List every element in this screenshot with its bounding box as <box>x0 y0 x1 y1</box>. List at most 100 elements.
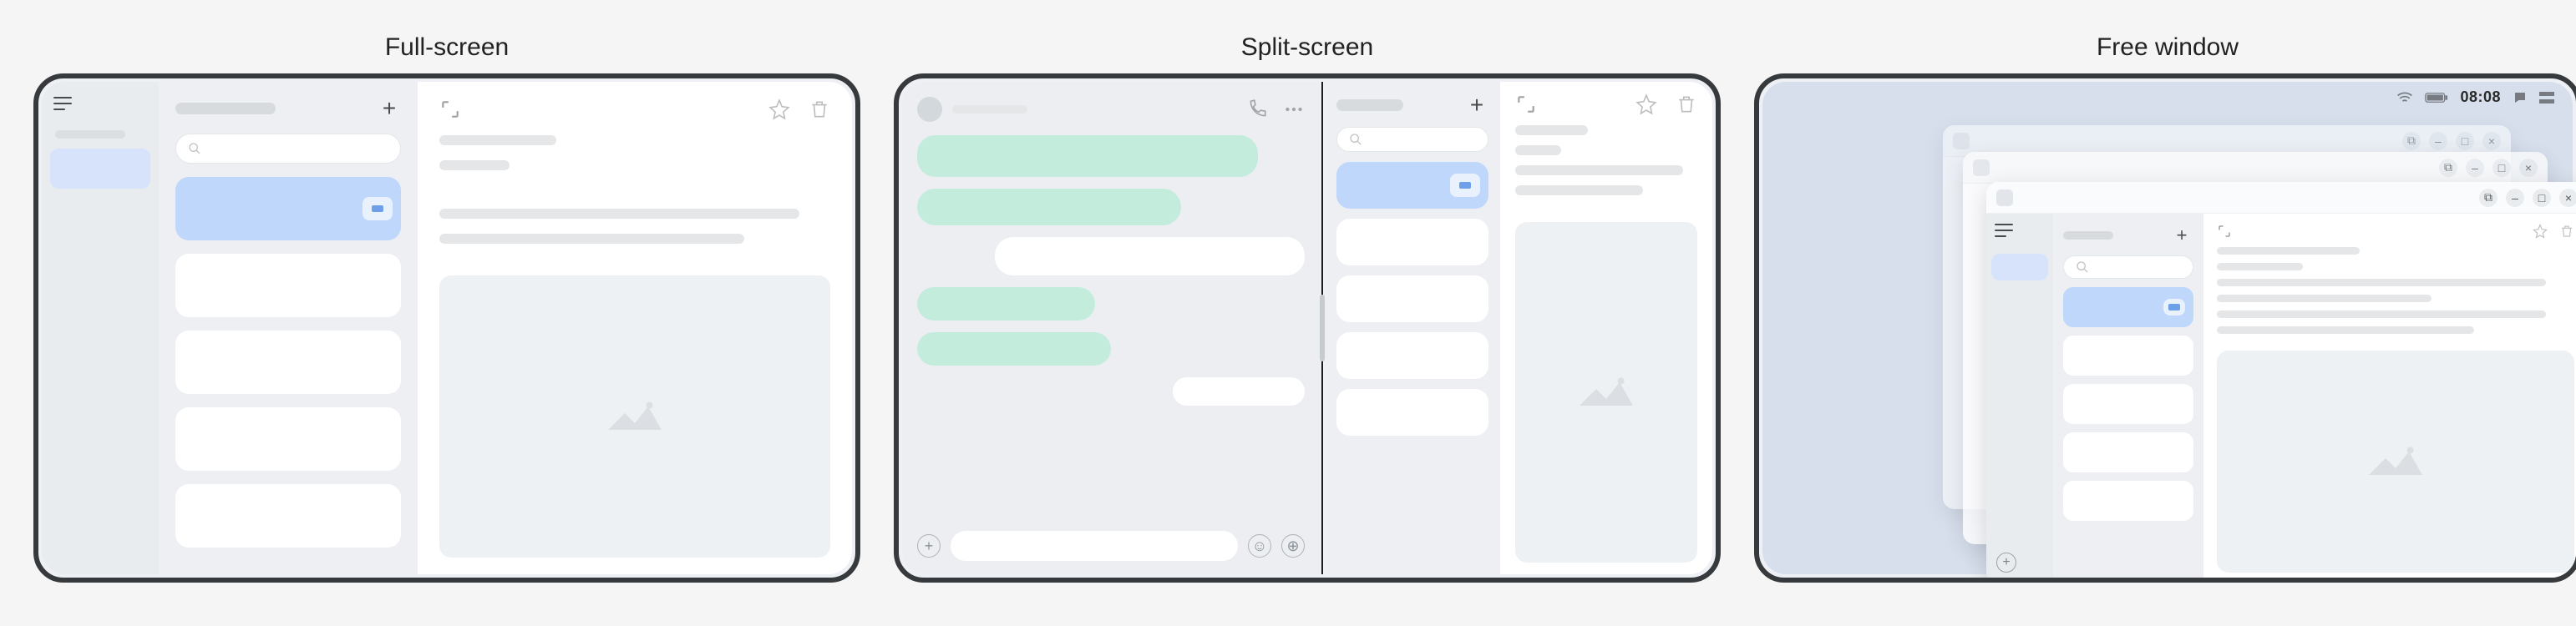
list-item[interactable] <box>175 331 401 394</box>
sidebar-item-3[interactable] <box>50 249 150 289</box>
window-close-icon[interactable]: × <box>2559 189 2576 207</box>
chat-icon[interactable] <box>2513 90 2528 105</box>
add-button[interactable]: + <box>2170 224 2193 247</box>
list-item[interactable] <box>1336 275 1488 322</box>
split-left-chat-app: + ☺ ⊕ <box>902 82 1320 574</box>
search-input[interactable] <box>175 134 401 164</box>
list-item[interactable] <box>175 407 401 471</box>
star-icon[interactable] <box>1635 93 1657 115</box>
chat-text-input[interactable] <box>951 531 1238 561</box>
add-circle-icon[interactable]: + <box>917 534 941 558</box>
list-item[interactable] <box>1336 389 1488 436</box>
list-title-placeholder <box>1336 99 1403 111</box>
expand-icon[interactable] <box>439 98 461 120</box>
panel-splitscreen: Split-screen <box>894 33 1721 583</box>
chat-bubble-received[interactable] <box>917 135 1258 177</box>
list-item[interactable] <box>2063 384 2193 424</box>
sidebar-item-2[interactable] <box>1991 287 2048 314</box>
split-divider[interactable] <box>1320 82 1325 574</box>
desktop[interactable]: 08:08 ⧉ – □ × <box>1762 82 2573 574</box>
detail-text-line <box>2217 310 2546 318</box>
menu-icon[interactable] <box>1995 224 2016 239</box>
sidebar-item-3[interactable] <box>1991 321 2048 347</box>
window-restore-icon[interactable]: ⧉ <box>2479 189 2497 207</box>
window-restore-icon[interactable]: ⧉ <box>2402 132 2421 150</box>
window-minimize-icon[interactable]: – <box>2466 159 2484 177</box>
list-title-placeholder <box>175 103 276 114</box>
split-handle[interactable] <box>1320 295 1325 361</box>
window-maximize-icon[interactable]: □ <box>2492 159 2511 177</box>
add-attachment-icon[interactable]: ⊕ <box>1281 534 1305 558</box>
star-icon[interactable] <box>768 98 790 120</box>
detail-title-placeholder <box>439 135 556 145</box>
sidebar-item-2[interactable] <box>50 199 150 239</box>
phone-icon[interactable] <box>1246 98 1268 120</box>
chat-bubble-sent[interactable] <box>1173 377 1305 406</box>
trash-icon[interactable] <box>1676 93 1697 115</box>
sidebar-item-1[interactable] <box>50 149 150 189</box>
list-item[interactable] <box>175 254 401 317</box>
menu-icon[interactable] <box>53 97 75 112</box>
expand-icon[interactable] <box>2217 224 2232 239</box>
battery-icon <box>2425 92 2448 103</box>
wifi-icon <box>2396 92 2413 103</box>
window-close-icon[interactable]: × <box>2482 132 2501 150</box>
sidebar-item-4[interactable] <box>50 299 150 339</box>
nav-sidebar <box>42 82 159 574</box>
list-title-placeholder <box>2063 231 2113 240</box>
list-item-selected[interactable] <box>1336 162 1488 209</box>
more-icon[interactable] <box>1283 98 1305 120</box>
search-icon <box>1349 133 1362 146</box>
list-item[interactable] <box>175 484 401 548</box>
chat-title-placeholder <box>952 105 1027 114</box>
sidebar-item-4[interactable] <box>1991 354 2048 381</box>
list-item[interactable] <box>1336 219 1488 265</box>
add-circle-icon[interactable]: + <box>1996 553 2016 573</box>
label-freewindow: Free window <box>2097 33 2239 62</box>
window-close-icon[interactable]: × <box>2519 159 2538 177</box>
sidebar-heading-placeholder <box>55 130 125 139</box>
window-titlebar[interactable]: ⧉ – □ × <box>1963 152 2548 184</box>
chat-bubble-received[interactable] <box>917 287 1095 321</box>
list-item[interactable] <box>2063 432 2193 472</box>
detail-title-placeholder <box>2217 247 2360 255</box>
emoji-icon[interactable]: ☺ <box>1248 534 1271 558</box>
window-minimize-icon[interactable]: – <box>2429 132 2447 150</box>
chat-header <box>917 95 1305 124</box>
list-item[interactable] <box>1336 332 1488 379</box>
expand-icon[interactable] <box>1515 93 1537 115</box>
window-titlebar[interactable]: ⧉ – □ × <box>1986 182 2576 214</box>
sidebar-item-1[interactable] <box>1991 254 2048 280</box>
window-restore-icon[interactable]: ⧉ <box>2439 159 2457 177</box>
list-item[interactable] <box>2063 336 2193 376</box>
image-placeholder <box>2217 351 2574 573</box>
detail-text-line <box>2217 295 2431 302</box>
window-app-icon <box>1953 133 1970 149</box>
trash-icon[interactable] <box>2559 224 2574 239</box>
list-column: + <box>2053 214 2203 583</box>
trash-icon[interactable] <box>809 98 830 120</box>
window-maximize-icon[interactable]: □ <box>2533 189 2551 207</box>
list-item-selected[interactable] <box>2063 287 2193 327</box>
search-input[interactable] <box>2063 255 2193 279</box>
add-button[interactable]: + <box>1465 93 1488 117</box>
chat-bubble-sent[interactable] <box>995 237 1305 275</box>
list-item[interactable] <box>2063 481 2193 521</box>
list-column: + <box>1325 82 1500 574</box>
chat-bubble-received[interactable] <box>917 332 1111 366</box>
search-input[interactable] <box>1336 127 1488 152</box>
list-item-selected[interactable] <box>175 177 401 240</box>
floating-window-front[interactable]: ⧉ – □ × <box>1986 182 2576 583</box>
avatar[interactable] <box>917 97 942 122</box>
device-fullscreen: + <box>33 73 860 583</box>
add-button[interactable]: + <box>378 97 401 120</box>
window-minimize-icon[interactable]: – <box>2506 189 2524 207</box>
chat-bubble-received[interactable] <box>917 189 1181 225</box>
search-icon <box>2076 260 2089 274</box>
star-icon[interactable] <box>2533 224 2548 239</box>
control-icon[interactable] <box>2539 92 2554 103</box>
label-fullscreen: Full-screen <box>385 33 509 62</box>
label-splitscreen: Split-screen <box>1241 33 1373 62</box>
window-maximize-icon[interactable]: □ <box>2456 132 2474 150</box>
detail-pane <box>418 82 852 574</box>
